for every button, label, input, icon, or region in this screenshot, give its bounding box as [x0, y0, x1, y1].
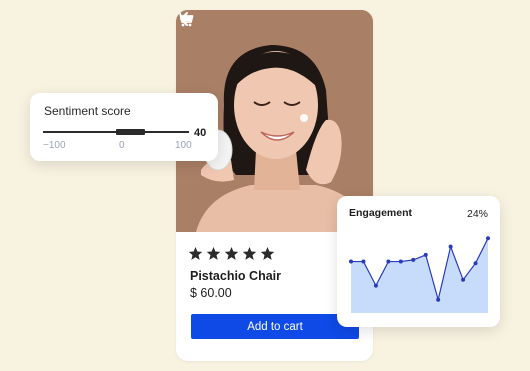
star-icon [224, 246, 239, 260]
star-icon [188, 246, 203, 260]
engagement-point [461, 277, 466, 282]
engagement-point [361, 259, 366, 264]
engagement-point [473, 261, 478, 266]
engagement-point [411, 257, 416, 262]
sentiment-value: 40 [194, 127, 207, 139]
engagement-chart [349, 236, 490, 313]
product-price: $ 60.00 [190, 286, 232, 300]
engagement-point [398, 259, 403, 264]
star-icon [260, 246, 275, 260]
star-icon [242, 246, 257, 260]
engagement-point [423, 252, 428, 257]
engagement-area [351, 238, 488, 313]
tick-label-min: −100 [43, 140, 66, 151]
shopping-cart-icon[interactable] [176, 10, 194, 28]
engagement-card: Engagement 24% [337, 196, 500, 327]
sentiment-score-card: Sentiment score 40 −100 0 100 [30, 93, 218, 161]
engagement-point [349, 259, 353, 264]
add-to-cart-button[interactable]: Add to cart [191, 314, 359, 339]
engagement-point [448, 244, 453, 249]
engagement-point [386, 259, 391, 264]
engagement-point [436, 297, 441, 302]
product-name: Pistachio Chair [190, 269, 281, 283]
tick-label-mid: 0 [119, 140, 125, 151]
sentiment-title: Sentiment score [44, 104, 131, 118]
engagement-point [486, 236, 490, 241]
slider-fill [116, 129, 146, 135]
tick-label-max: 100 [175, 140, 192, 151]
engagement-point [373, 283, 378, 288]
sentiment-slider[interactable] [43, 126, 189, 138]
star-icon [206, 246, 221, 260]
rating-stars [188, 246, 275, 261]
